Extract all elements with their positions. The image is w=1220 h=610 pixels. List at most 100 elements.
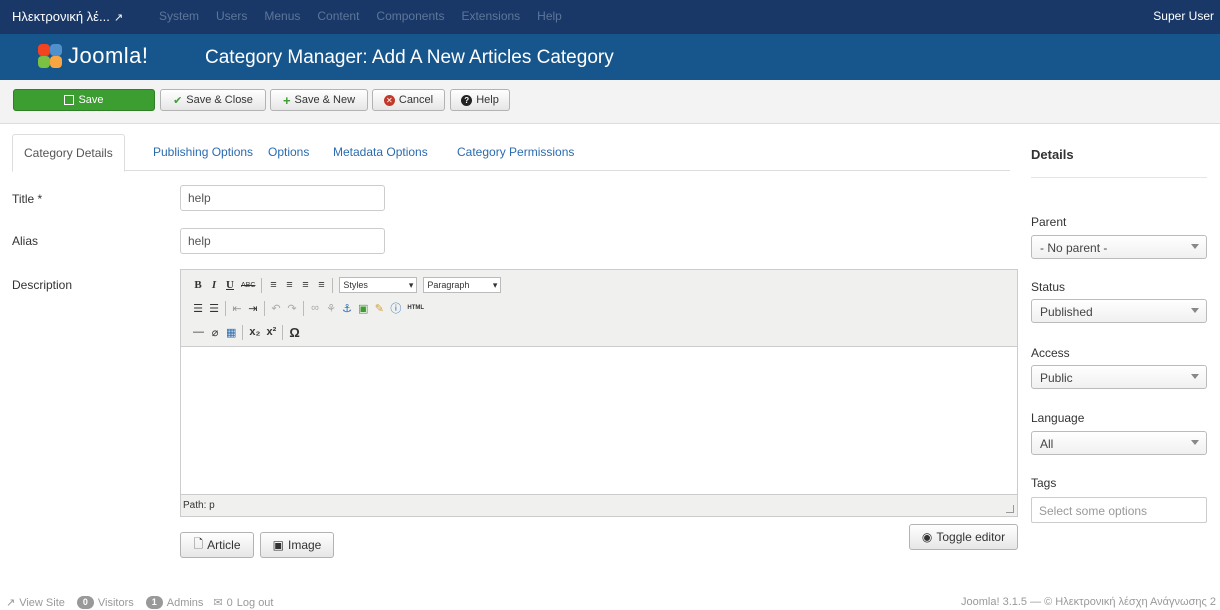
toggle-editor-label: Toggle editor [936,530,1006,544]
picture-icon: ▣ [272,538,284,552]
tags-input[interactable]: Select some options [1031,497,1207,523]
menu-menus[interactable]: Menus [264,9,300,23]
chevron-down-icon [1191,308,1199,313]
status-footer: ↗ View Site 0 Visitors 1 Admins ✉ 0 Log … [0,594,1220,610]
menu-system[interactable]: System [159,9,199,23]
admins-label: Admins [166,596,204,609]
parent-value: - No parent - [1040,241,1108,255]
bold-icon[interactable]: B [193,279,203,291]
description-label: Description [12,278,73,292]
article-button[interactable]: 🗋 Article [180,532,254,558]
menu-help[interactable]: Help [537,9,562,23]
question-icon: ? [461,94,473,106]
status-select[interactable]: Published [1031,299,1207,323]
align-center-icon[interactable]: ≡ [284,279,294,291]
status-value: Published [1040,305,1093,319]
align-left-icon[interactable]: ≡ [268,279,278,291]
details-heading: Details [1031,147,1074,162]
cancel-label: Cancel [398,94,434,106]
tab-category-details[interactable]: Category Details [12,134,125,172]
chevron-down-icon: ▾ [408,279,414,290]
save-close-button[interactable]: ✔ Save & Close [160,89,266,111]
special-char-icon[interactable]: Ω [289,325,299,340]
editor-toolbar-row-2: ☰ ☰ ⇤ ⇥ ↶ ↷ ∞ ⚘ ⚓ ▣ ✎ ⓘ HTML [193,298,424,318]
styles-select[interactable]: Styles ▾ [339,277,418,293]
unlink-icon[interactable]: ⚘ [326,302,336,315]
eraser-icon[interactable]: ⌀ [210,326,220,339]
menu-components[interactable]: Components [376,9,444,23]
title-label: Title * [12,192,43,206]
top-navbar: Ηλεκτρονική λέ... ↗ System Users Menus Co… [0,0,1220,34]
bullet-list-icon[interactable]: ☰ [193,302,203,315]
copyright: Joomla! 3.1.5 — © Ηλεκτρονική λέσχη Ανάγ… [961,596,1216,608]
save-button[interactable]: Save [13,89,155,111]
help-circle-icon[interactable]: ⓘ [390,300,401,316]
editor-path: Path: p [183,500,215,511]
parent-select[interactable]: - No parent - [1031,235,1207,259]
strikethrough-icon[interactable]: ABC [241,282,255,289]
cancel-button[interactable]: ✕ Cancel [372,89,445,111]
tab-metadata-options[interactable]: Metadata Options [333,134,428,171]
site-link[interactable]: Ηλεκτρονική λέ... ↗ [12,9,123,24]
help-label: Help [476,94,499,106]
chevron-down-icon [1191,244,1199,249]
messages-count[interactable]: 0 [227,597,233,609]
language-label: Language [1031,411,1085,425]
outdent-icon[interactable]: ⇤ [232,302,242,315]
italic-icon[interactable]: I [209,279,219,291]
language-value: All [1040,437,1054,451]
tab-publishing-options[interactable]: Publishing Options [153,134,253,171]
save-new-button[interactable]: + Save & New [270,89,368,111]
chevron-down-icon [1191,374,1199,379]
rich-text-editor: B I U ABC ≡ ≡ ≡ ≡ Styles ▾ Paragraph ▾ ☰ ☰… [180,269,1018,517]
tab-options[interactable]: Options [268,134,309,171]
table-icon[interactable]: ▦ [226,326,236,339]
details-divider [1031,177,1207,178]
underline-icon[interactable]: U [225,279,235,291]
cleanup-icon[interactable]: ✎ [374,302,384,315]
admins-badge: 1 [145,596,163,609]
toggle-editor-button[interactable]: ◉ Toggle editor [909,524,1018,550]
save-close-label: Save & Close [186,94,253,106]
eye-icon: ◉ [921,530,933,544]
anchor-icon[interactable]: ⚓ [342,302,352,315]
access-select[interactable]: Public [1031,365,1207,389]
help-button[interactable]: ? Help [450,89,510,111]
view-site-link[interactable]: View Site [19,597,65,609]
html-icon[interactable]: HTML [407,305,424,311]
alias-input[interactable] [180,228,385,254]
user-menu[interactable]: Super User [1153,9,1214,23]
subscript-icon[interactable]: x₂ [249,326,260,338]
logout-link[interactable]: Log out [237,597,274,609]
resize-handle-icon[interactable] [1006,505,1014,513]
menu-extensions[interactable]: Extensions [461,9,520,23]
numbered-list-icon[interactable]: ☰ [209,302,219,315]
link-icon[interactable]: ∞ [310,302,320,314]
image-insert-icon[interactable]: ▣ [358,302,368,315]
editor-content-area[interactable] [181,346,1017,495]
parent-label: Parent [1031,215,1067,229]
tab-category-permissions[interactable]: Category Permissions [457,134,574,171]
edit-icon [64,95,75,105]
language-select[interactable]: All [1031,431,1207,455]
menu-users[interactable]: Users [216,9,247,23]
joomla-logo[interactable]: Joomla! [36,41,149,71]
undo-icon[interactable]: ↶ [271,302,281,315]
file-add-icon: 🗋 [193,536,204,551]
tab-bar: Category Details Publishing Options Opti… [12,134,1010,172]
align-right-icon[interactable]: ≡ [300,279,310,291]
plus-icon: + [282,92,291,108]
save-new-label: Save & New [294,94,356,106]
menu-content[interactable]: Content [317,9,359,23]
access-value: Public [1040,371,1073,385]
joomla-logo-icon [36,42,64,70]
superscript-icon[interactable]: x² [266,326,277,338]
image-button[interactable]: ▣ Image [260,532,334,558]
redo-icon[interactable]: ↷ [287,302,297,315]
format-select[interactable]: Paragraph ▾ [423,277,502,293]
title-input[interactable] [180,185,385,211]
image-label: Image [287,538,322,552]
horizontal-rule-icon[interactable]: — [193,326,204,338]
indent-icon[interactable]: ⇥ [248,302,258,315]
align-justify-icon[interactable]: ≡ [316,279,326,291]
